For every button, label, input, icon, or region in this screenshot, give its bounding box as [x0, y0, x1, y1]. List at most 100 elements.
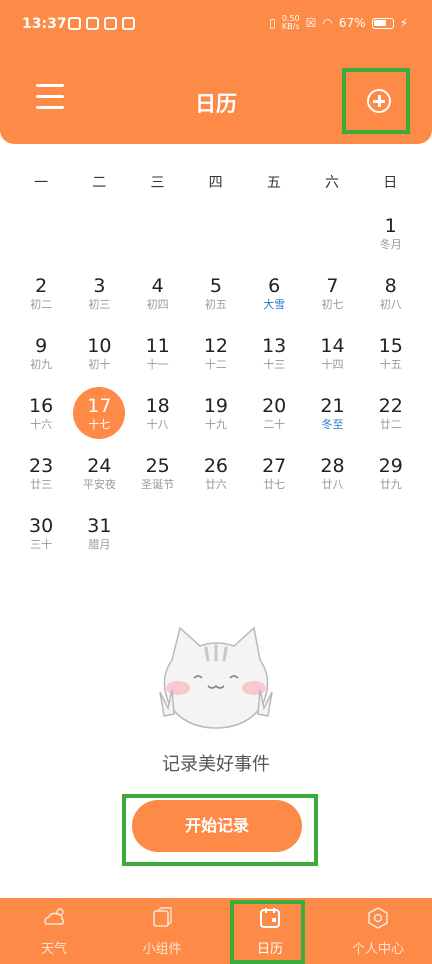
calendar-day[interactable]: 3 初三 [70, 270, 128, 330]
calendar-empty-cell [303, 210, 361, 270]
calendar-day[interactable]: 28 廿八 [303, 450, 361, 510]
bottom-tab-bar: 天气 小组件 日历 个人中心 [0, 898, 432, 964]
calendar-day[interactable]: 14 十四 [303, 330, 361, 390]
mail-icon [122, 17, 135, 30]
day-number: 30 [29, 515, 54, 537]
calendar-day[interactable]: 1 冬月 [362, 210, 420, 270]
notification-icons [68, 17, 135, 30]
app-icon [104, 17, 117, 30]
weekday-label: 六 [325, 175, 340, 191]
lunar-date: 冬至 [321, 418, 344, 431]
day-number: 28 [320, 455, 345, 477]
weekday-label: 四 [208, 175, 223, 191]
lunar-date: 二十 [263, 418, 286, 431]
lunar-date: 初五 [204, 298, 227, 311]
calendar-day[interactable]: 11 十一 [129, 330, 187, 390]
calendar-day[interactable]: 31 腊月 [70, 510, 128, 570]
calendar-day[interactable]: 7 初七 [303, 270, 361, 330]
widget-icon [153, 907, 172, 927]
tab-label: 小组件 [142, 942, 182, 957]
calendar-day[interactable]: 29 廿九 [362, 450, 420, 510]
day-number: 18 [145, 395, 170, 417]
calendar-day[interactable]: 27 廿七 [245, 450, 303, 510]
calendar-day[interactable]: 26 廿六 [187, 450, 245, 510]
day-number: 25 [145, 455, 170, 477]
calendar-empty-cell [187, 210, 245, 270]
calendar-day[interactable]: 8 初八 [362, 270, 420, 330]
weekday-label: 二 [92, 175, 107, 191]
lunar-date: 圣诞节 [141, 478, 175, 491]
tab-profile[interactable]: 个人中心 [324, 898, 432, 964]
tab-widgets[interactable]: 小组件 [108, 898, 216, 964]
calendar-day[interactable]: 16 十六 [12, 390, 70, 450]
day-number: 26 [203, 455, 229, 477]
tab-weather[interactable]: 天气 [0, 898, 108, 964]
day-number: 11 [145, 335, 170, 357]
lunar-date: 平安夜 [82, 478, 116, 491]
calendar-day[interactable]: 22 廿二 [362, 390, 420, 450]
day-number: 1 [384, 215, 397, 237]
calendar-day[interactable]: 19 十九 [187, 390, 245, 450]
day-number: 9 [35, 335, 48, 357]
calendar-day[interactable]: 13 十三 [245, 330, 303, 390]
day-number: 15 [378, 335, 403, 357]
calendar-day[interactable]: 5 初五 [187, 270, 245, 330]
day-number: 12 [203, 335, 229, 357]
calendar-day[interactable]: 18 十八 [129, 390, 187, 450]
calendar-day[interactable]: 9 初九 [12, 330, 70, 390]
calendar-empty-cell [245, 210, 303, 270]
lunar-date: 初七 [321, 298, 344, 311]
empty-state-message: 记录美好事件 [162, 754, 270, 775]
calendar-day[interactable]: 2 初二 [12, 270, 70, 330]
calendar-day[interactable]: 15 十五 [362, 330, 420, 390]
calendar-day[interactable]: 4 初四 [129, 270, 187, 330]
calendar-day[interactable]: 21 冬至 [303, 390, 361, 450]
charging-icon: ⚡ [399, 16, 408, 30]
day-number: 3 [93, 275, 106, 297]
calendar-day[interactable]: 10 初十 [70, 330, 128, 390]
day-number: 2 [35, 275, 48, 297]
lunar-date: 廿九 [379, 478, 402, 491]
lunar-date: 初四 [146, 298, 169, 311]
day-number: 21 [320, 395, 345, 417]
start-recording-button[interactable]: 开始记录 [132, 800, 302, 852]
lunar-date: 廿三 [30, 478, 53, 491]
calendar-day[interactable]: 30 三十 [12, 510, 70, 570]
calendar-day[interactable]: 24 平安夜 [70, 450, 128, 510]
day-number: 24 [87, 455, 112, 477]
day-number: 14 [320, 335, 345, 357]
lunar-date: 十三 [263, 358, 286, 371]
calendar-empty-cell [70, 210, 128, 270]
calendar-day[interactable]: 25 圣诞节 [129, 450, 187, 510]
plus-circle-icon [367, 89, 391, 113]
add-event-button[interactable] [342, 68, 410, 134]
tab-label: 天气 [40, 942, 67, 957]
lunar-date: 十四 [321, 358, 344, 371]
calendar-day[interactable]: 20 二十 [245, 390, 303, 450]
calendar-day[interactable]: 17 十七 [70, 387, 128, 450]
lunar-date: 十二 [204, 358, 227, 371]
day-number: 29 [378, 455, 403, 477]
calendar-day[interactable]: 12 十二 [187, 330, 245, 390]
calendar-day[interactable]: 6 大雪 [245, 270, 303, 330]
lunar-date: 廿七 [263, 478, 286, 491]
wifi-icon: ◠ [322, 16, 333, 30]
day-number: 16 [29, 395, 54, 417]
lunar-date: 十六 [30, 418, 53, 431]
weekday-label: 一 [34, 175, 49, 191]
tab-label: 个人中心 [351, 942, 404, 957]
status-right: ▯ 0.50 KB/s ☒ ◠ 67% ⚡ [269, 15, 408, 31]
lunar-date: 廿八 [321, 478, 344, 491]
lunar-date: 大雪 [263, 298, 286, 311]
vibrate-icon: ▯ [269, 16, 276, 30]
day-number: 23 [29, 455, 54, 477]
day-number: 13 [262, 335, 287, 357]
weekday-header: 一 二 三 四 五 六 日 [12, 172, 420, 192]
day-number: 22 [378, 395, 403, 417]
lunar-date: 廿六 [204, 478, 227, 491]
day-number: 7 [326, 275, 339, 297]
weather-icon [44, 908, 65, 925]
day-number: 6 [268, 275, 281, 297]
day-number: 31 [87, 515, 112, 537]
calendar-day[interactable]: 23 廿三 [12, 450, 70, 510]
